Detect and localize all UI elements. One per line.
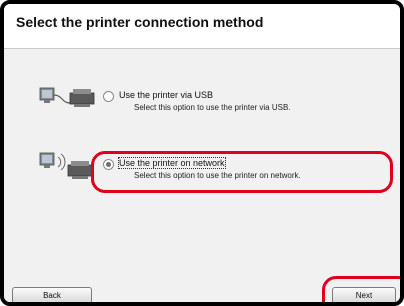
network-option-highlight — [91, 151, 393, 193]
usb-option-label[interactable]: Use the printer via USB — [119, 90, 213, 100]
usb-radio[interactable] — [103, 91, 114, 102]
usb-option-description: Select this option to use the printer vi… — [134, 103, 291, 112]
network-printer-icon — [39, 152, 93, 179]
back-button[interactable]: Back — [12, 287, 92, 302]
footer: Back Next — [4, 276, 400, 302]
next-button-highlight — [322, 276, 400, 302]
options-panel: Use the printer via USB Select this opti… — [4, 49, 400, 276]
dialog-window: Select the printer connection method Use… — [0, 0, 404, 306]
usb-printer-icon — [39, 87, 95, 107]
page-title: Select the printer connection method — [16, 14, 264, 30]
header: Select the printer connection method — [4, 4, 400, 49]
